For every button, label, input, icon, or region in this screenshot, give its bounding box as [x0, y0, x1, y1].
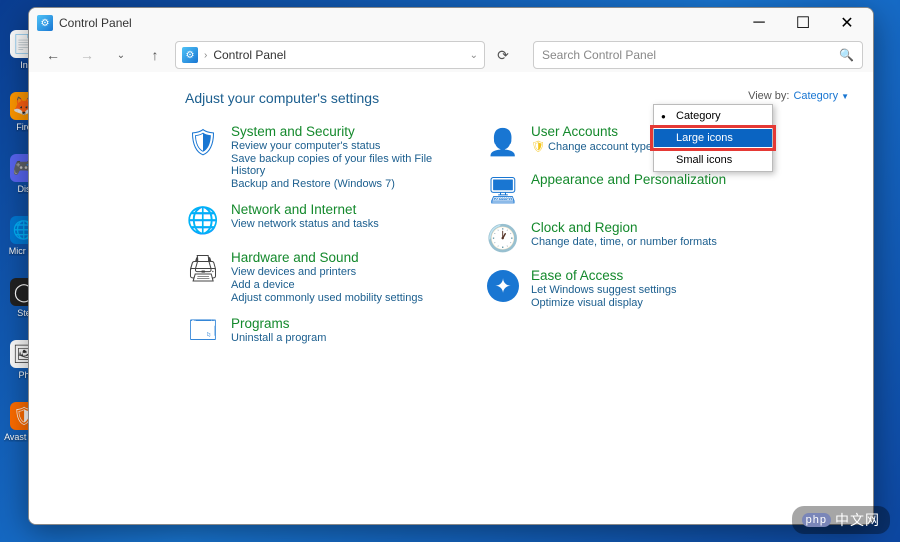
category-title[interactable]: Appearance and Personalization — [531, 172, 726, 187]
category-link[interactable]: Adjust commonly used mobility settings — [231, 292, 423, 304]
category-system-security: 🛡 System and Security Review your comput… — [185, 124, 445, 190]
view-by-dropdown[interactable]: Category ▼ — [793, 90, 849, 102]
category-column-left: 🛡 System and Security Review your comput… — [185, 124, 445, 352]
category-link[interactable]: View network status and tasks — [231, 218, 379, 230]
category-clock-region: 🕐 Clock and Region Change date, time, or… — [485, 220, 745, 256]
refresh-button[interactable]: ⟳ — [489, 41, 517, 69]
category-link[interactable]: View devices and printers — [231, 266, 423, 278]
category-programs: 🗔 Programs Uninstall a program — [185, 316, 445, 352]
icon-label: In — [20, 60, 28, 70]
watermark-text: 中文网 — [835, 510, 880, 530]
user-icon: 👤 — [485, 124, 521, 160]
search-icon: 🔍 — [839, 48, 854, 62]
watermark: php php 中文网 中文网 — [792, 506, 890, 534]
menu-item-large-icons[interactable]: Large icons — [654, 129, 772, 147]
category-ease-of-access: ✦ Ease of Access Let Windows suggest set… — [485, 268, 745, 309]
category-title[interactable]: User Accounts — [531, 124, 652, 139]
globe-icon: 🌐 — [185, 202, 221, 238]
menu-item-small-icons[interactable]: Small icons — [654, 151, 772, 169]
category-network-internet: 🌐 Network and Internet View network stat… — [185, 202, 445, 238]
category-link[interactable]: Backup and Restore (Windows 7) — [231, 178, 445, 190]
category-link[interactable]: Review your computer's status — [231, 140, 445, 152]
category-link[interactable]: Uninstall a program — [231, 332, 326, 344]
control-panel-window: ⚙ Control Panel ─ ☐ ✕ ← → ⌄ ↑ ⚙ › Contro… — [28, 7, 874, 525]
category-appearance: 🖥 Appearance and Personalization — [485, 172, 745, 208]
chevron-down-icon[interactable]: ⌄ — [470, 50, 478, 61]
clock-icon: 🕐 — [485, 220, 521, 256]
breadcrumb[interactable]: Control Panel — [213, 48, 286, 62]
navigation-bar: ← → ⌄ ↑ ⚙ › Control Panel ⌄ ⟳ Search Con… — [29, 38, 873, 72]
back-button[interactable]: ← — [39, 41, 67, 69]
category-title[interactable]: Programs — [231, 316, 326, 331]
programs-icon: 🗔 — [185, 316, 221, 352]
category-title[interactable]: Network and Internet — [231, 202, 379, 217]
view-by-control: View by: Category ▼ — [748, 90, 849, 102]
category-link[interactable]: Let Windows suggest settings — [531, 284, 677, 296]
shield-icon: 🛡 — [185, 124, 221, 160]
menu-item-label: Large icons — [676, 132, 733, 144]
maximize-button[interactable]: ☐ — [781, 9, 825, 37]
chevron-right-icon: › — [204, 50, 207, 61]
accessibility-icon: ✦ — [485, 268, 521, 304]
search-input[interactable]: Search Control Panel 🔍 — [533, 41, 863, 69]
menu-item-label: Category — [676, 110, 721, 122]
category-link[interactable]: Optimize visual display — [531, 297, 677, 309]
menu-item-category[interactable]: ● Category — [654, 107, 772, 125]
titlebar: ⚙ Control Panel ─ ☐ ✕ — [29, 8, 873, 38]
category-link[interactable]: Change date, time, or number formats — [531, 236, 717, 248]
category-title[interactable]: System and Security — [231, 124, 445, 139]
forward-button[interactable]: → — [73, 41, 101, 69]
view-by-value: Category — [793, 90, 838, 102]
close-button[interactable]: ✕ — [825, 9, 869, 37]
view-by-menu: ● Category Large icons Small icons — [653, 104, 773, 172]
php-logo-icon: php — [802, 513, 831, 527]
monitor-icon: 🖥 — [485, 172, 521, 208]
category-title[interactable]: Ease of Access — [531, 268, 677, 283]
up-button[interactable]: ↑ — [141, 41, 169, 69]
view-by-label: View by: — [748, 90, 789, 102]
category-link[interactable]: Save backup copies of your files with Fi… — [231, 153, 445, 177]
search-placeholder: Search Control Panel — [542, 48, 656, 62]
category-title[interactable]: Clock and Region — [531, 220, 717, 235]
category-title[interactable]: Hardware and Sound — [231, 250, 423, 265]
category-hardware-sound: 🖨 Hardware and Sound View devices and pr… — [185, 250, 445, 304]
control-panel-icon: ⚙ — [182, 47, 198, 63]
address-bar[interactable]: ⚙ › Control Panel ⌄ — [175, 41, 485, 69]
control-panel-icon: ⚙ — [37, 15, 53, 31]
uac-shield-icon: 🛡 — [531, 141, 548, 153]
window-title: Control Panel — [59, 16, 737, 30]
minimize-button[interactable]: ─ — [737, 9, 781, 37]
category-link[interactable]: Add a device — [231, 279, 423, 291]
highlight-annotation: Large icons — [650, 125, 776, 151]
content-area: Adjust your computer's settings View by:… — [29, 72, 873, 524]
category-link[interactable]: 🛡 Change account type — [531, 140, 652, 153]
menu-item-label: Small icons — [676, 154, 732, 166]
recent-locations-button[interactable]: ⌄ — [107, 41, 135, 69]
chevron-down-icon: ▼ — [841, 92, 849, 101]
bullet-icon: ● — [661, 112, 666, 121]
printer-icon: 🖨 — [185, 250, 221, 286]
